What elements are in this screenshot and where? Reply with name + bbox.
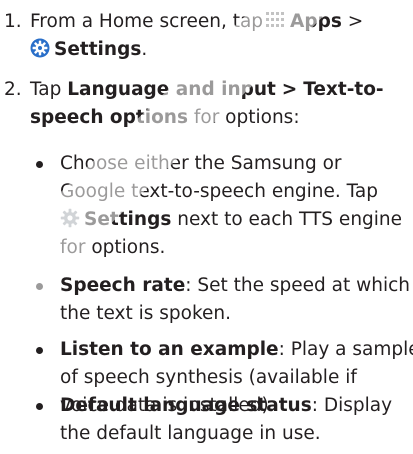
listen-example-desc: : Play a sample bbox=[278, 339, 413, 360]
bullet-1-settings-label: Settings bbox=[84, 209, 172, 230]
bullet-2-line-2: the text is spoken. bbox=[60, 303, 232, 324]
apps-grid-icon bbox=[266, 12, 285, 27]
manual-page: 1. From a Home screen, tap Apps > Settin… bbox=[0, 0, 413, 454]
listen-example-label: Listen to an example bbox=[60, 339, 279, 360]
bullet-3-line-2: of speech synthesis (available if bbox=[60, 367, 357, 388]
bullet-1-line-3: next to each TTS engine bbox=[177, 209, 403, 230]
tts-options-label-a: Text-to- bbox=[303, 79, 384, 100]
bullet-1-line-2: Google text-to-speech engine. Tap bbox=[60, 181, 378, 202]
step-2-text: Tap Language and input > Text-to- speech… bbox=[30, 76, 405, 132]
speech-rate-desc: : Set the speed at which bbox=[185, 275, 410, 296]
step-1-number: 1. bbox=[4, 11, 22, 32]
speech-rate-label: Speech rate bbox=[60, 275, 186, 296]
bullet-dot bbox=[36, 161, 43, 168]
bullet-4-line-2: the default language in use. bbox=[60, 423, 321, 444]
bullet-text: Choose either the Samsung or Google text… bbox=[60, 150, 407, 262]
apps-label: Apps bbox=[290, 11, 342, 32]
bullet-text: Speech rate: Set the speed at which the … bbox=[60, 272, 410, 328]
settings-gear-gray-icon bbox=[60, 208, 80, 228]
step-2-for-options: for options: bbox=[193, 107, 300, 128]
settings-gear-icon bbox=[30, 38, 50, 58]
step-1-intro: From a Home screen, tap bbox=[30, 11, 264, 32]
step-1-text: From a Home screen, tap Apps > Settings. bbox=[30, 8, 405, 64]
step-2-intro: Tap bbox=[30, 79, 62, 100]
step-1-period: . bbox=[141, 39, 148, 60]
step-2-number: 2. bbox=[4, 79, 22, 100]
bullet-1-line-4: for options. bbox=[60, 237, 166, 258]
default-language-status-label: Default language status bbox=[60, 395, 312, 416]
default-language-status-desc: : Display bbox=[311, 395, 393, 416]
tts-options-label-b: speech options bbox=[30, 107, 188, 128]
bullet-dot bbox=[36, 347, 43, 354]
language-and-input-label: Language and input bbox=[67, 79, 276, 100]
step-2-gt: > bbox=[281, 79, 298, 100]
settings-label: Settings bbox=[54, 39, 142, 60]
bullet-dot bbox=[36, 403, 43, 410]
bullet-1-line-1: Choose either the Samsung or bbox=[60, 153, 342, 174]
step-1-gt: > bbox=[347, 11, 364, 32]
bullet-dot bbox=[36, 283, 43, 290]
bullet-text: Default language status: Display the def… bbox=[60, 392, 407, 448]
